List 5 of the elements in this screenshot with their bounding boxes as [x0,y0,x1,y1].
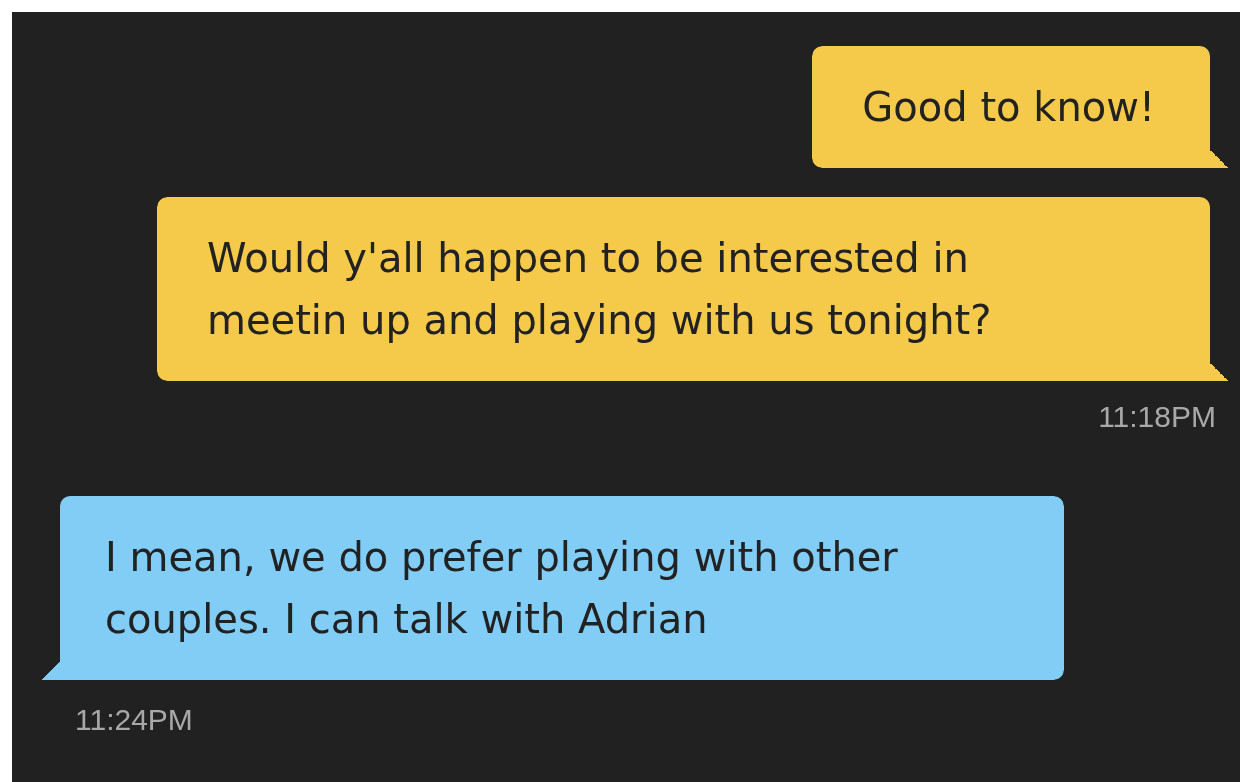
message-bubble: I mean, we do prefer playing with other couples. I can talk with Adrian [42,496,1064,680]
message-bubble: Good to know! [812,46,1228,168]
timestamp: 11:24PM [75,703,193,736]
message-bubble: Would y'all happen to be interested in meetin up and playing with us tonight? [157,197,1228,381]
timestamp: 11:18PM [1098,400,1216,433]
